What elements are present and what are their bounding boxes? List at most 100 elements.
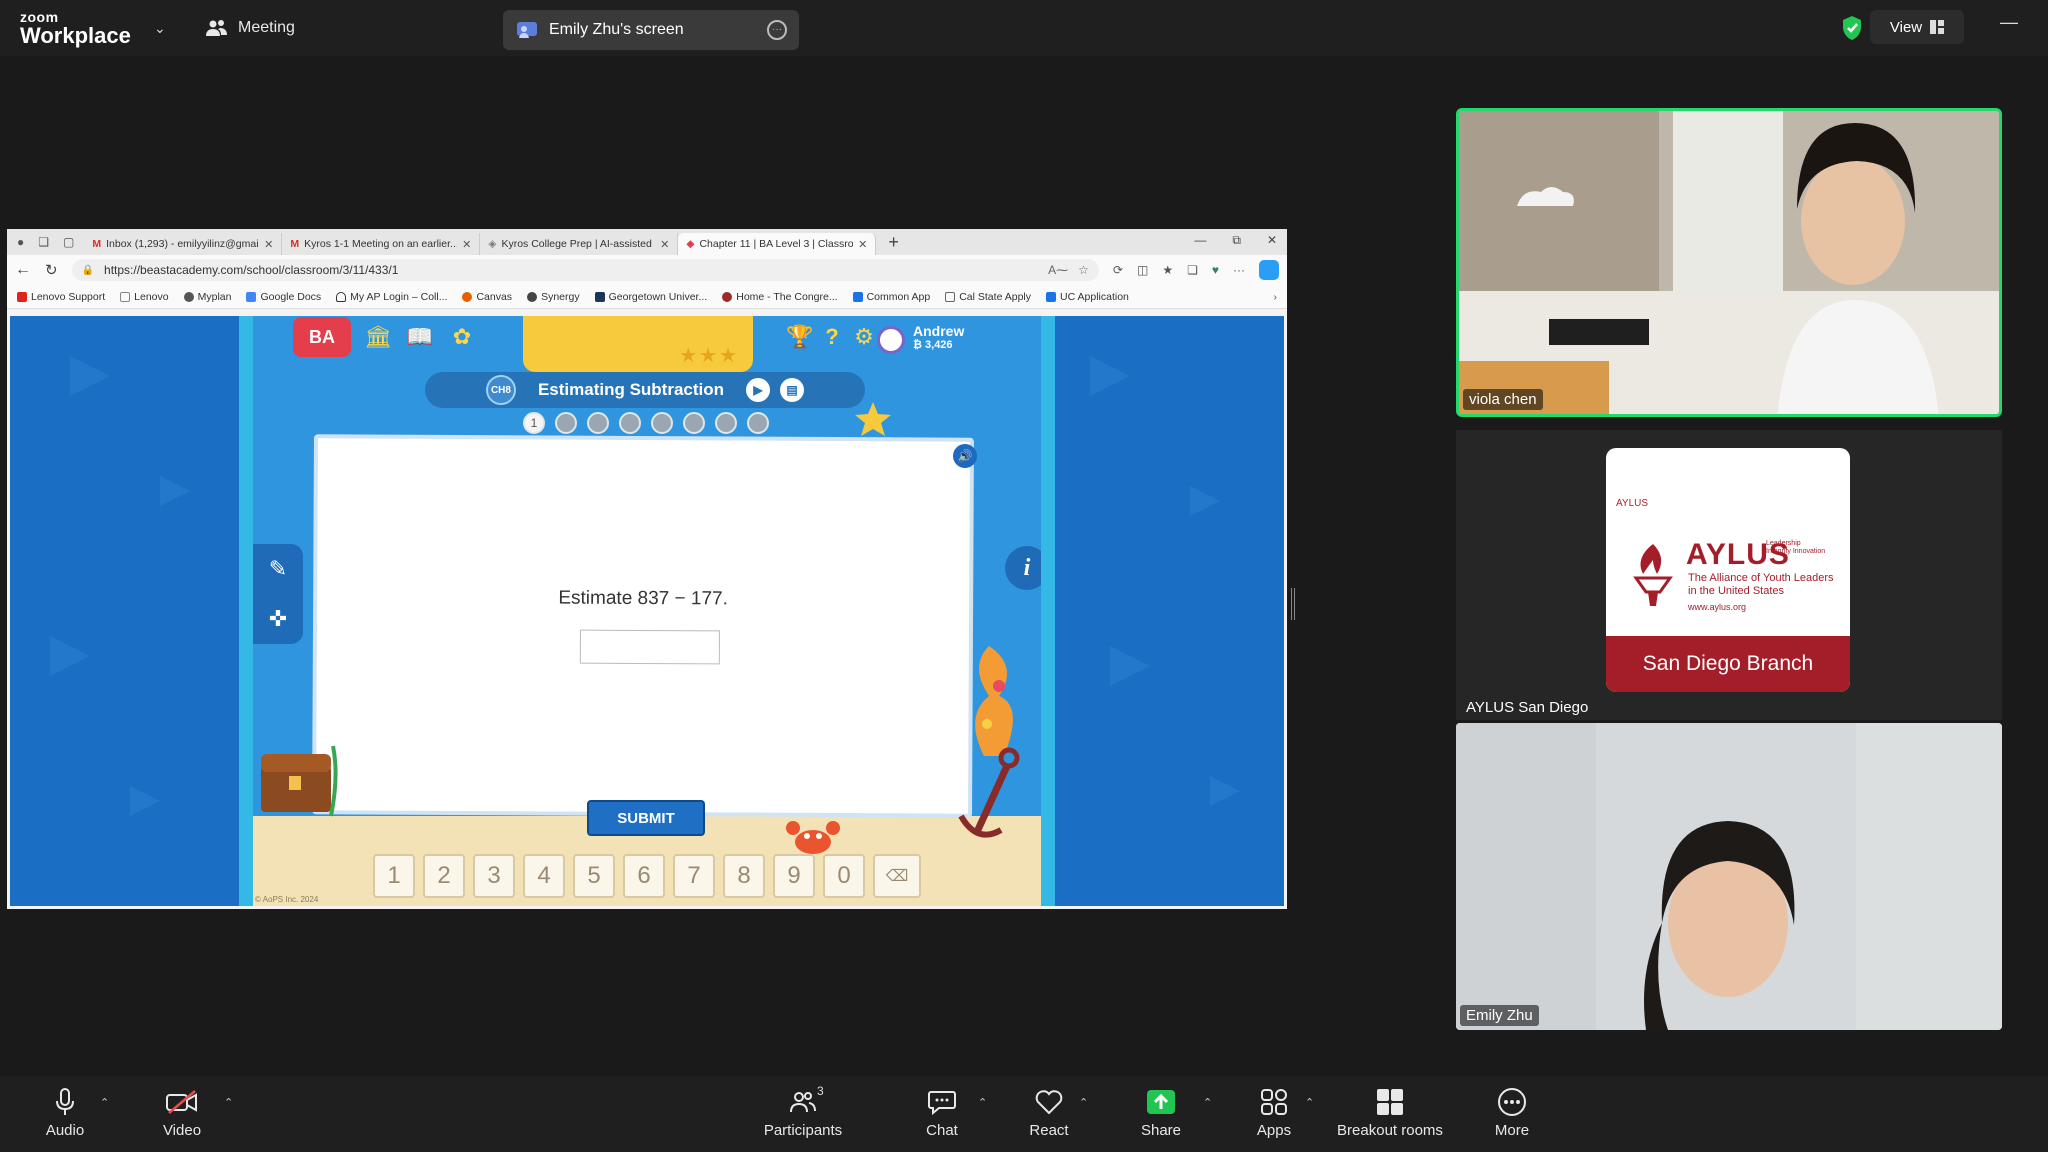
- eraser-icon[interactable]: ✜: [269, 606, 287, 632]
- participants-button[interactable]: 3 Participants: [758, 1084, 848, 1139]
- video-options-caret-icon[interactable]: ⌃: [224, 1096, 233, 1109]
- pencil-icon[interactable]: ✎: [269, 556, 287, 582]
- bookmark-item[interactable]: Myplan: [183, 291, 231, 303]
- bookmark-label: Lenovo Support: [31, 290, 106, 303]
- share-options-icon[interactable]: ···: [767, 20, 787, 40]
- bookmark-item[interactable]: Georgetown Univer...: [594, 291, 707, 303]
- key-3[interactable]: 3: [473, 854, 515, 898]
- bookmark-item[interactable]: UC Application: [1046, 291, 1129, 303]
- window-restore-icon[interactable]: ⧉: [1232, 233, 1241, 248]
- video-button[interactable]: Video: [137, 1088, 227, 1139]
- backspace-key[interactable]: ⌫: [873, 854, 921, 898]
- window-minimize-icon[interactable]: —: [1194, 233, 1206, 248]
- window-close-icon[interactable]: ✕: [1267, 233, 1277, 248]
- book-icon[interactable]: 📖: [405, 322, 435, 352]
- more-button[interactable]: More: [1467, 1088, 1557, 1139]
- profile-icon[interactable]: ●: [17, 235, 24, 249]
- copilot-icon[interactable]: [1259, 260, 1279, 280]
- speaker-icon[interactable]: 🔊: [953, 444, 977, 468]
- close-tab-icon[interactable]: ✕: [858, 238, 867, 251]
- bookmark-item[interactable]: Google Docs: [246, 291, 321, 303]
- submit-button[interactable]: SUBMIT: [587, 800, 705, 836]
- split-screen-icon[interactable]: ◫: [1137, 263, 1148, 277]
- react-label: React: [1029, 1122, 1069, 1139]
- user-info[interactable]: Andrew ₿ 3,426: [913, 323, 964, 351]
- bookmark-item[interactable]: Canvas: [462, 291, 512, 303]
- bookmark-item[interactable]: Lenovo: [120, 291, 169, 303]
- bookmark-item[interactable]: My AP Login – Coll...: [336, 291, 447, 303]
- key-4[interactable]: 4: [523, 854, 565, 898]
- bookmark-item[interactable]: Cal State Apply: [945, 291, 1031, 303]
- key-6[interactable]: 6: [623, 854, 665, 898]
- school-icon[interactable]: 🏛: [363, 322, 393, 352]
- tab-actions-icon[interactable]: ▢: [63, 235, 74, 249]
- encryption-shield-icon[interactable]: [1841, 15, 1863, 41]
- beast-academy-logo[interactable]: BA: [293, 317, 351, 357]
- refresh-icon[interactable]: ↻: [45, 261, 58, 279]
- screen-share-indicator[interactable]: Emily Zhu's screen ···: [503, 10, 799, 50]
- close-tab-icon[interactable]: ✕: [660, 238, 669, 251]
- meeting-menu[interactable]: Meeting: [206, 19, 295, 37]
- help-icon[interactable]: ?: [817, 322, 847, 352]
- panel-divider-handle[interactable]: [1291, 588, 1295, 620]
- browser-essentials-icon[interactable]: ♥: [1212, 263, 1219, 277]
- info-icon[interactable]: i: [1005, 546, 1041, 590]
- url-field[interactable]: 🔒 https://beastacademy.com/school/classr…: [71, 259, 1099, 281]
- synergy-icon: [527, 291, 538, 302]
- treasure-chest-decoration: [261, 745, 338, 817]
- audio-options-caret-icon[interactable]: ⌃: [100, 1096, 109, 1109]
- chat-button[interactable]: Chat: [897, 1088, 987, 1139]
- browser-tab-label: Kyros 1-1 Meeting on an earlier...: [304, 238, 458, 250]
- bookmarks-overflow-icon[interactable]: ›: [1274, 291, 1278, 303]
- browser-tab[interactable]: M Kyros 1-1 Meeting on an earlier... ✕: [282, 233, 481, 255]
- copyright-text: © AoPS Inc. 2024: [255, 895, 319, 904]
- puzzle-icon[interactable]: ✿: [447, 322, 477, 352]
- key-2[interactable]: 2: [423, 854, 465, 898]
- extensions-icon[interactable]: ⟳: [1113, 263, 1123, 277]
- key-1[interactable]: 1: [373, 854, 415, 898]
- key-7[interactable]: 7: [673, 854, 715, 898]
- trophy-icon[interactable]: 🏆: [785, 322, 815, 352]
- share-button[interactable]: Share: [1116, 1088, 1206, 1139]
- avatar[interactable]: [877, 326, 905, 354]
- close-tab-icon[interactable]: ✕: [462, 238, 471, 251]
- chevron-down-icon[interactable]: ⌄: [154, 20, 166, 37]
- back-icon[interactable]: ←: [15, 261, 31, 279]
- chat-options-caret-icon[interactable]: ⌃: [978, 1096, 987, 1109]
- minimize-icon[interactable]: —: [2000, 12, 2018, 33]
- share-options-caret-icon[interactable]: ⌃: [1203, 1096, 1212, 1109]
- close-tab-icon[interactable]: ✕: [264, 238, 273, 251]
- key-9[interactable]: 9: [773, 854, 815, 898]
- apps-options-caret-icon[interactable]: ⌃: [1305, 1096, 1314, 1109]
- favorites-icon[interactable]: ★: [1162, 263, 1173, 277]
- screen-share-icon: [517, 22, 537, 38]
- video-tile-active-speaker[interactable]: viola chen: [1456, 108, 2002, 417]
- view-button[interactable]: View: [1870, 10, 1964, 44]
- read-aloud-icon[interactable]: A⁓: [1048, 263, 1068, 277]
- bookmark-item[interactable]: Home - The Congre...: [722, 291, 838, 303]
- bookmark-item[interactable]: Common App: [852, 291, 930, 303]
- key-5[interactable]: 5: [573, 854, 615, 898]
- browser-tab-active[interactable]: ◆ Chapter 11 | BA Level 3 | Classroo... …: [678, 233, 877, 255]
- bookmark-item[interactable]: Synergy: [527, 291, 580, 303]
- react-options-caret-icon[interactable]: ⌃: [1079, 1096, 1088, 1109]
- favorite-star-icon[interactable]: ☆: [1078, 263, 1089, 277]
- key-0[interactable]: 0: [823, 854, 865, 898]
- settings-gear-icon[interactable]: ⚙: [849, 322, 879, 352]
- guide-book-icon[interactable]: ▤: [780, 378, 805, 402]
- video-tile[interactable]: AYLUS AYLUS Leadership Integrity Innovat…: [1456, 430, 2002, 720]
- workspaces-icon[interactable]: ❏: [38, 235, 49, 249]
- video-tile[interactable]: Emily Zhu: [1456, 723, 2002, 1030]
- breakout-rooms-button[interactable]: Breakout rooms: [1330, 1088, 1450, 1139]
- bookmark-item[interactable]: Lenovo Support: [17, 291, 105, 303]
- chapter-badge[interactable]: CH8: [485, 375, 516, 405]
- key-8[interactable]: 8: [723, 854, 765, 898]
- collections-icon[interactable]: ❏: [1187, 263, 1198, 277]
- browser-tab[interactable]: ◈ Kyros College Prep | AI-assisted C... …: [480, 233, 679, 255]
- audio-button[interactable]: Audio: [20, 1088, 110, 1139]
- play-video-icon[interactable]: ▶: [746, 378, 771, 402]
- answer-input[interactable]: [579, 629, 720, 665]
- new-tab-icon[interactable]: +: [888, 232, 899, 253]
- browser-tab[interactable]: M Inbox (1,293) - emilyyilinz@gmail... ✕: [84, 233, 283, 255]
- browser-menu-icon[interactable]: ···: [1233, 263, 1245, 277]
